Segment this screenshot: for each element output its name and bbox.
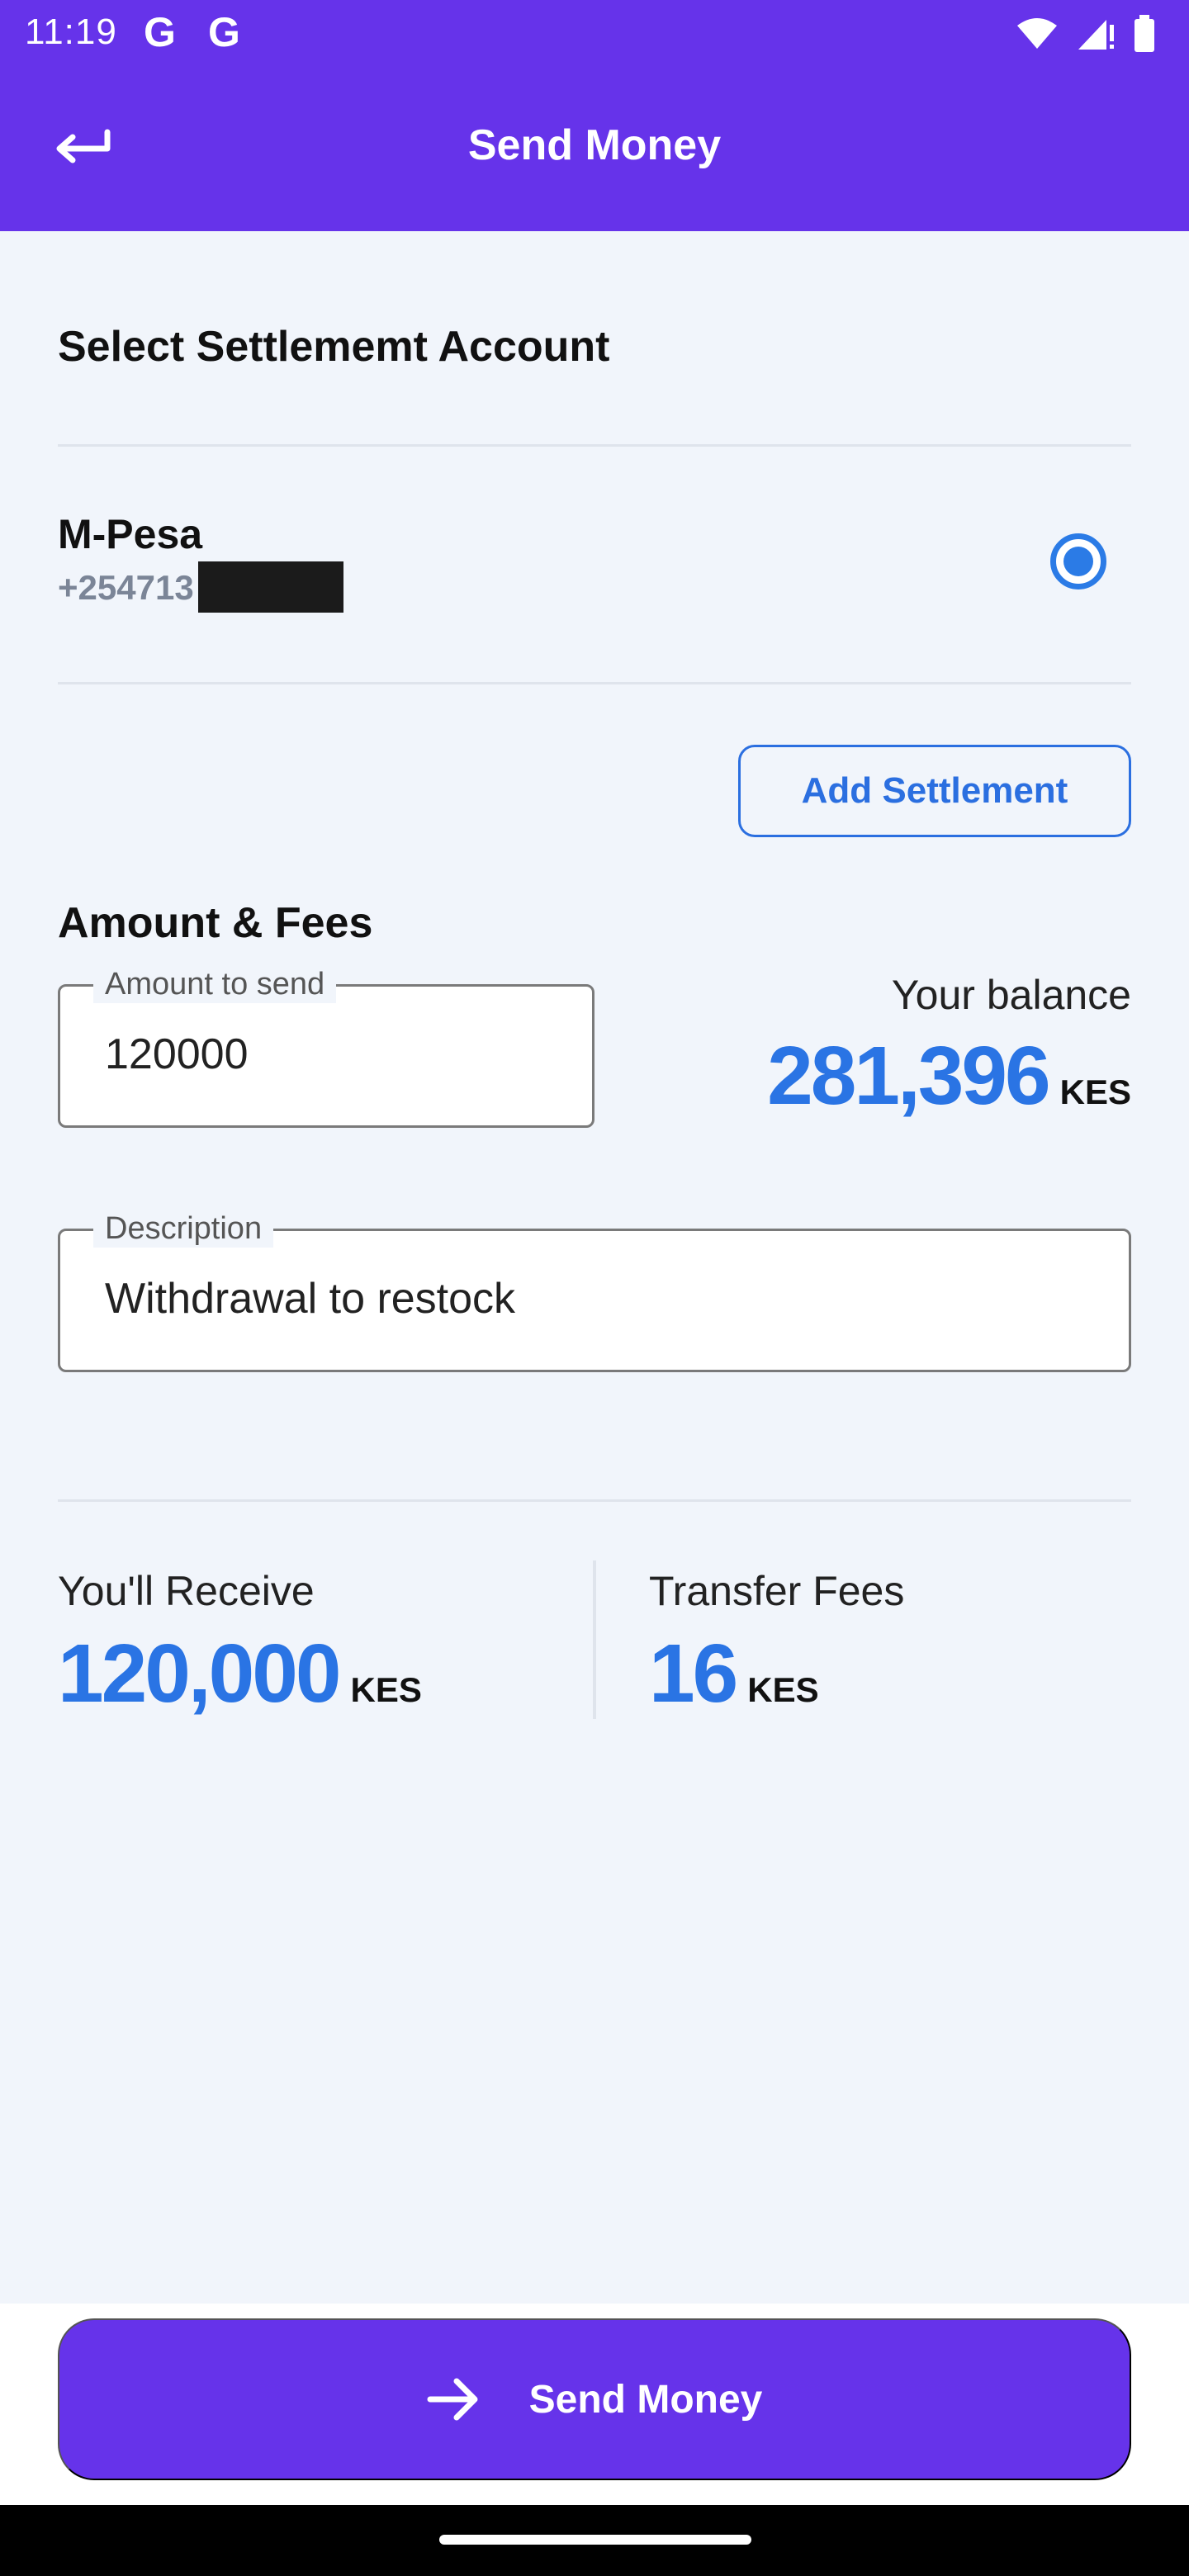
amount-input[interactable]: Amount to send 120000 bbox=[58, 965, 594, 1128]
divider bbox=[58, 1499, 1131, 1502]
home-gesture-handle[interactable] bbox=[439, 2535, 751, 2545]
status-bar: 11:19 G G bbox=[0, 0, 1189, 69]
amount-input-label: Amount to send bbox=[93, 965, 337, 1003]
status-time: 11:19 bbox=[25, 12, 117, 52]
send-money-button[interactable]: Send Money bbox=[58, 2318, 1131, 2480]
description-input-value: Withdrawal to restock bbox=[105, 1275, 516, 1323]
description-input-label: Description bbox=[93, 1210, 274, 1248]
balance-label: Your balance bbox=[891, 972, 1131, 1018]
description-input[interactable]: Description Withdrawal to restock bbox=[58, 1210, 1131, 1372]
balance-value: 281,396 bbox=[767, 1030, 1050, 1122]
receive-display: 120,000 KES bbox=[58, 1627, 422, 1721]
receive-value: 120,000 bbox=[58, 1627, 341, 1720]
system-navigation-bar bbox=[0, 2505, 1189, 2576]
cell-signal-icon bbox=[1078, 20, 1114, 50]
amount-input-value: 120000 bbox=[105, 1030, 249, 1078]
send-money-label: Send Money bbox=[528, 2377, 763, 2422]
settlement-section-title: Select Settlememt Account bbox=[58, 323, 610, 371]
account-name: M-Pesa bbox=[58, 511, 203, 557]
redaction-block bbox=[198, 561, 343, 613]
system-icons bbox=[1016, 15, 1156, 53]
fees-value: 16 bbox=[649, 1627, 738, 1720]
add-settlement-button[interactable]: Add Settlement bbox=[738, 745, 1131, 837]
battery-icon bbox=[1135, 15, 1154, 52]
divider bbox=[58, 444, 1131, 447]
divider bbox=[58, 682, 1131, 684]
fees-unit: KES bbox=[747, 1670, 819, 1709]
amount-fees-title: Amount & Fees bbox=[58, 899, 373, 947]
google-notification-icon: G bbox=[144, 9, 176, 55]
fees-display: 16 KES bbox=[649, 1627, 819, 1721]
page-title: Send Money bbox=[467, 121, 722, 169]
wifi-icon bbox=[1017, 18, 1057, 49]
google-notification-icon: G bbox=[208, 9, 240, 55]
summary-divider bbox=[593, 1560, 596, 1719]
account-radio-selected[interactable] bbox=[1050, 533, 1106, 590]
app-bar: Send Money bbox=[0, 69, 1189, 231]
arrow-right-icon bbox=[427, 2378, 478, 2421]
balance-display: 281,396 KES bbox=[767, 1029, 1131, 1124]
fees-label: Transfer Fees bbox=[649, 1568, 905, 1614]
receive-unit: KES bbox=[350, 1670, 422, 1709]
receive-label: You'll Receive bbox=[58, 1568, 315, 1614]
account-phone: +254713 bbox=[58, 568, 194, 607]
balance-unit: KES bbox=[1059, 1073, 1131, 1111]
